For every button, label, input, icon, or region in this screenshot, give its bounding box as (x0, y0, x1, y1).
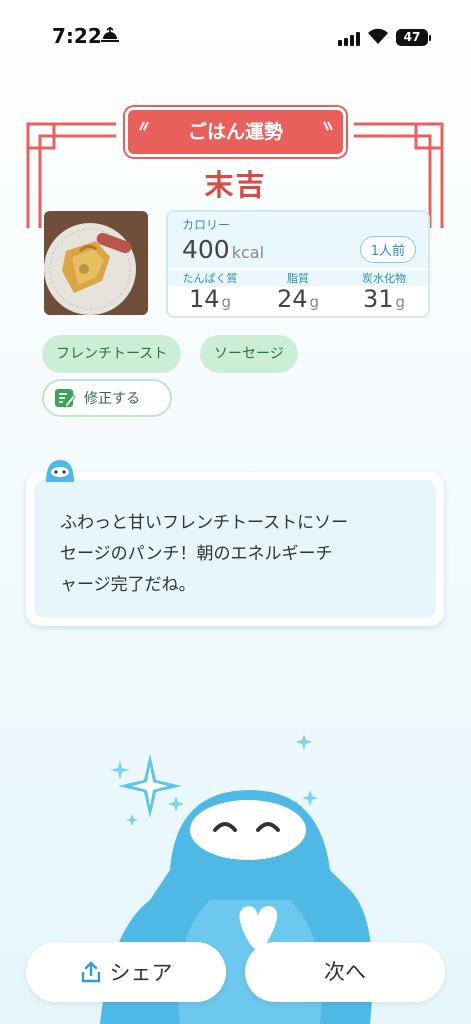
fat-unit: g (309, 293, 320, 311)
banner-title: ごはん運勢 (187, 121, 283, 143)
mini-mascot-icon (46, 460, 74, 482)
calorie-value: 400 kcal (182, 235, 264, 264)
fortune-result: 末吉 (204, 168, 267, 202)
message-line: ャージ完了だね。 (60, 575, 196, 595)
signal-icon (338, 32, 362, 46)
calorie-number: 400 (182, 235, 230, 264)
protein-number: 14 (188, 285, 220, 313)
calorie-label: カロリー (182, 218, 231, 232)
sparkle-tick-icon (139, 121, 149, 131)
nutrition-card: カロリー 400 kcal 1人前 たんぱく質 脂質 炭水化物 14 g 24 g 3… (166, 210, 430, 318)
fat-number: 24 (276, 285, 308, 313)
edit-button[interactable]: 修正する (42, 379, 172, 417)
next-button[interactable]: 次へ (245, 942, 445, 1002)
message-line: ふわっと甘いフレンチトーストにソー (60, 513, 349, 533)
share-label: シェア (109, 961, 173, 985)
carb-label: 炭水化物 (362, 272, 406, 285)
fat-label: 脂質 (287, 272, 309, 285)
food-tag-french-toast[interactable]: フレンチトースト (42, 335, 182, 373)
edit-label: 修正する (84, 391, 140, 407)
protein-value: 14 g (170, 285, 250, 313)
protein-unit: g (221, 293, 232, 311)
fortune-banner: ごはん運勢 (128, 110, 343, 154)
fat-value: 24 g (258, 285, 338, 313)
edit-note-icon (55, 389, 76, 408)
mascot-message: ふわっと甘いフレンチトーストにソー セージのパンチ！朝のエネルギーチ ャージ完了… (60, 508, 400, 601)
carb-unit: g (395, 293, 406, 311)
status-bar: 7:22 47 (0, 0, 471, 70)
message-line: セージのパンチ！朝のエネルギーチ (60, 544, 333, 564)
carb-number: 31 (362, 285, 394, 313)
carb-value: 31 g (344, 285, 424, 313)
battery-icon: 47 (396, 29, 431, 46)
sunset-icon (100, 26, 120, 47)
share-icon (81, 961, 100, 983)
message-bubble: ふわっと甘いフレンチトーストにソー セージのパンチ！朝のエネルギーチ ャージ完了… (26, 472, 444, 626)
portion-badge[interactable]: 1人前 (359, 236, 416, 263)
sparkle-tick-icon (323, 121, 333, 131)
share-button[interactable]: シェア (26, 942, 226, 1002)
message-bubble-inner: ふわっと甘いフレンチトーストにソー セージのパンチ！朝のエネルギーチ ャージ完了… (34, 480, 436, 618)
wifi-icon (366, 26, 390, 46)
status-time: 7:22 (52, 24, 102, 48)
protein-label: たんぱく質 (182, 272, 238, 285)
food-photo[interactable] (44, 211, 148, 315)
food-tag-sausage[interactable]: ソーセージ (200, 335, 298, 373)
calorie-unit: kcal (231, 243, 265, 262)
